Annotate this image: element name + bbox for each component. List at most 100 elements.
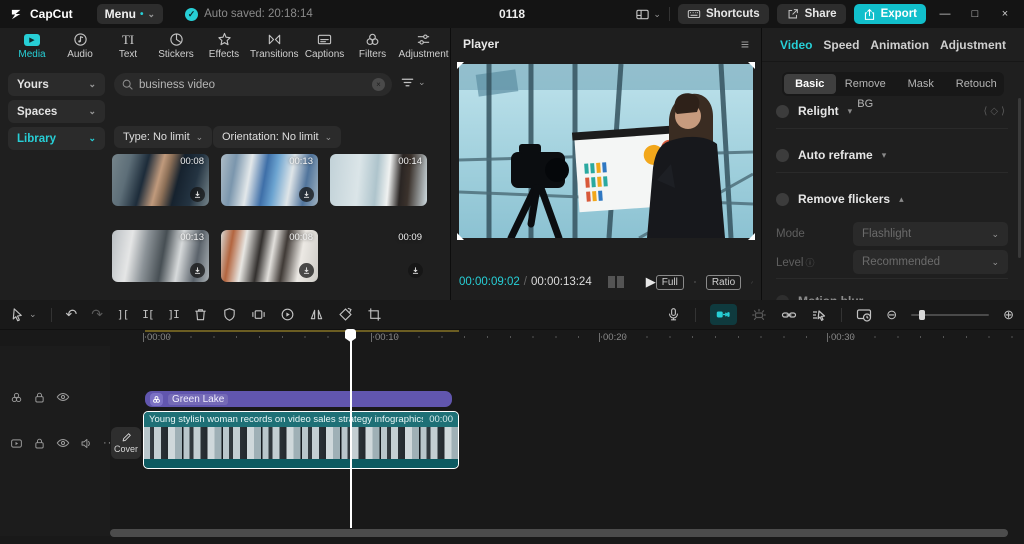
timeline-ruler[interactable]: 00:00 00:10 00:20 00:30 — [110, 330, 1024, 346]
audio-clip-green-lake[interactable]: Green Lake — [145, 391, 452, 407]
subtab-basic[interactable]: Basic — [784, 74, 836, 94]
playhead-line[interactable] — [350, 332, 352, 528]
redo-button[interactable]: ↷ — [91, 306, 103, 323]
media-thumbnail[interactable]: 00:14 — [330, 154, 427, 206]
frame-view-icon[interactable] — [608, 276, 624, 288]
mode-dropdown[interactable]: Flashlight ⌄ — [853, 222, 1008, 246]
tab-audio[interactable]: Audio — [58, 29, 102, 63]
tab-video[interactable]: Video — [780, 38, 812, 52]
fullscreen-icon[interactable] — [751, 275, 753, 290]
tab-stickers[interactable]: Stickers — [154, 29, 198, 63]
timeline-zoom-slider[interactable] — [911, 314, 989, 316]
auto-reframe-toggle[interactable] — [776, 149, 789, 162]
media-thumbnail[interactable]: 00:08 — [112, 154, 209, 206]
search-input[interactable] — [139, 79, 367, 91]
sidebar-item-yours[interactable]: Yours ⌄ — [8, 73, 105, 96]
maximize-button[interactable]: □ — [964, 8, 986, 20]
export-button[interactable]: Export — [854, 4, 926, 24]
ratio-button[interactable]: Ratio — [706, 275, 741, 290]
tab-media[interactable]: ▶ Media — [10, 29, 54, 63]
caret-down-icon[interactable]: ▾ — [882, 150, 887, 161]
caret-down-icon[interactable]: ▾ — [848, 106, 853, 117]
download-icon[interactable] — [190, 263, 205, 278]
overlay-button[interactable] — [251, 307, 266, 322]
relight-row: Relight ▾ ⟨◇⟩ — [776, 104, 1008, 118]
zoom-slider-knob[interactable] — [919, 310, 925, 320]
split-right-button[interactable]: ]I — [168, 308, 179, 321]
record-voiceover-button[interactable] — [666, 307, 681, 322]
type-filter-dropdown[interactable]: Type: No limit ⌄ — [114, 126, 212, 148]
minimize-button[interactable]: — — [934, 8, 956, 20]
subtab-remove-bg[interactable]: Remove BG — [840, 74, 892, 94]
download-icon[interactable] — [190, 187, 205, 202]
download-icon[interactable] — [408, 263, 423, 278]
adjustment-icon — [416, 32, 431, 47]
cursor-link-icon — [811, 307, 827, 323]
player-menu-icon[interactable]: ≡ — [741, 36, 749, 52]
rotate-button[interactable] — [338, 307, 353, 322]
tab-captions[interactable]: Captions — [303, 29, 347, 63]
select-tool-button[interactable]: ⌄ — [10, 307, 37, 322]
undo-button[interactable]: ↶ — [66, 306, 78, 323]
inspector-scrollbar[interactable] — [1018, 98, 1021, 258]
full-button[interactable]: Full — [656, 275, 684, 290]
play-button[interactable]: ▶ — [646, 274, 656, 290]
caret-up-icon[interactable]: ▴ — [899, 194, 904, 205]
video-viewport[interactable] — [459, 64, 753, 238]
media-thumbnail[interactable]: 00:13 — [112, 230, 209, 282]
download-icon[interactable] — [299, 263, 314, 278]
link-button[interactable] — [781, 307, 797, 323]
media-thumbnail[interactable]: 00:09 — [330, 230, 427, 282]
keyframe-nav-icons[interactable]: ⟨◇⟩ — [984, 106, 1009, 117]
auto-snap-button[interactable] — [751, 307, 767, 323]
linked-selection-button[interactable] — [811, 307, 827, 323]
preview-quality-button[interactable] — [856, 307, 872, 323]
lock-icon[interactable] — [33, 437, 46, 450]
speed-button[interactable] — [280, 307, 295, 322]
main-track-magnet-button[interactable] — [710, 304, 737, 325]
subtab-retouch[interactable]: Retouch — [951, 74, 1003, 94]
tab-animation[interactable]: Animation — [870, 38, 929, 52]
timeline-scrollbar[interactable] — [110, 529, 1008, 537]
eye-icon[interactable] — [56, 436, 70, 450]
tab-speed[interactable]: Speed — [823, 38, 859, 52]
menu-button[interactable]: Menu • ⌄ — [97, 4, 163, 24]
zoom-in-button[interactable]: ⊕ — [1003, 307, 1014, 323]
level-dropdown[interactable]: Recommended ⌄ — [853, 250, 1008, 274]
tab-transitions[interactable]: Transitions — [250, 29, 299, 63]
zoom-fit-icon[interactable] — [694, 274, 696, 290]
subtab-mask[interactable]: Mask — [895, 74, 947, 94]
sidebar-item-spaces[interactable]: Spaces ⌄ — [8, 100, 105, 123]
delete-button[interactable] — [193, 307, 208, 322]
orientation-filter-dropdown[interactable]: Orientation: No limit ⌄ — [213, 126, 341, 148]
split-left-button[interactable]: I[ — [142, 308, 153, 321]
mask-button[interactable] — [222, 307, 237, 322]
share-button[interactable]: Share — [777, 4, 846, 24]
zoom-out-button[interactable]: ⊖ — [886, 307, 897, 323]
close-button[interactable]: × — [994, 8, 1016, 20]
cover-button[interactable]: Cover — [111, 427, 141, 459]
video-clip[interactable]: Young stylish woman records on video sal… — [143, 411, 459, 469]
tab-adjustment[interactable]: Adjustment — [399, 29, 449, 63]
eye-icon[interactable] — [56, 390, 70, 404]
tab-filters[interactable]: Filters — [351, 29, 395, 63]
lock-icon[interactable] — [33, 391, 46, 404]
relight-toggle[interactable] — [776, 105, 789, 118]
download-icon[interactable] — [299, 187, 314, 202]
speaker-icon[interactable] — [80, 437, 93, 450]
mirror-button[interactable] — [309, 307, 324, 322]
media-thumbnail[interactable]: 00:13 — [221, 154, 318, 206]
filter-sort-button[interactable]: ⌄ — [400, 75, 426, 90]
remove-flickers-toggle[interactable] — [776, 193, 789, 206]
sidebar-item-library[interactable]: Library ⌄ — [8, 127, 105, 150]
tab-text[interactable]: TI Text — [106, 29, 150, 63]
shortcuts-button[interactable]: Shortcuts — [678, 4, 769, 24]
crop-button[interactable] — [367, 307, 382, 322]
media-thumbnail[interactable]: 00:08 — [221, 230, 318, 282]
layout-switch-button[interactable]: ⌄ — [635, 7, 661, 22]
audio-track-icon — [10, 391, 23, 404]
tab-adjustment[interactable]: Adjustment — [940, 38, 1006, 52]
tab-effects[interactable]: Effects — [202, 29, 246, 63]
split-button[interactable]: ][ — [117, 308, 128, 321]
clear-search-icon[interactable]: × — [372, 78, 385, 91]
